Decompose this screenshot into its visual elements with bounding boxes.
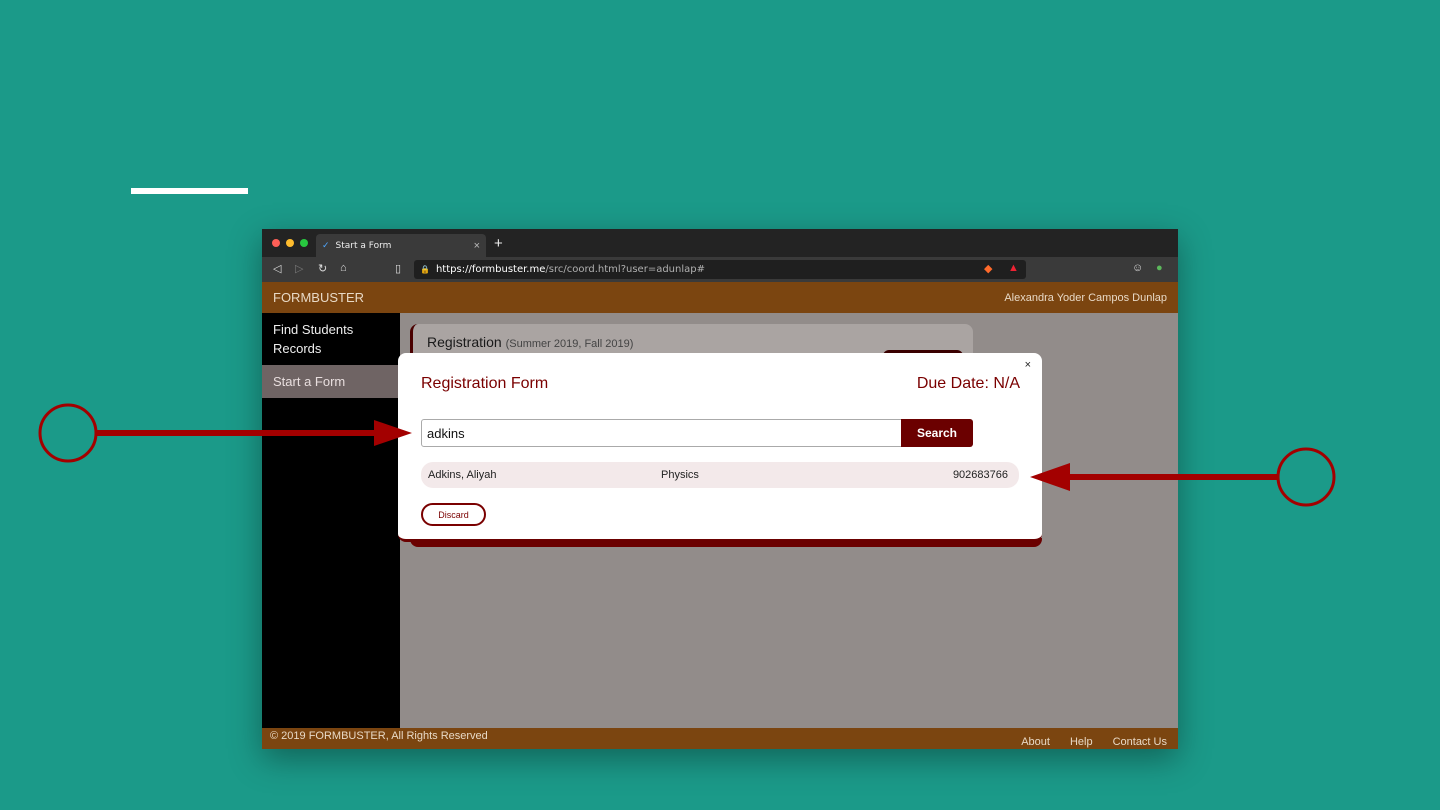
right-annotation-arrow: [1030, 447, 1336, 507]
right-arrow-head: [1030, 463, 1070, 491]
left-annotation-arrow: [38, 403, 412, 463]
annotation-overlay: [38, 403, 1336, 507]
left-arrow-head: [374, 420, 412, 446]
right-annotation-circle: [1276, 447, 1336, 507]
left-annotation-circle: [38, 403, 98, 463]
